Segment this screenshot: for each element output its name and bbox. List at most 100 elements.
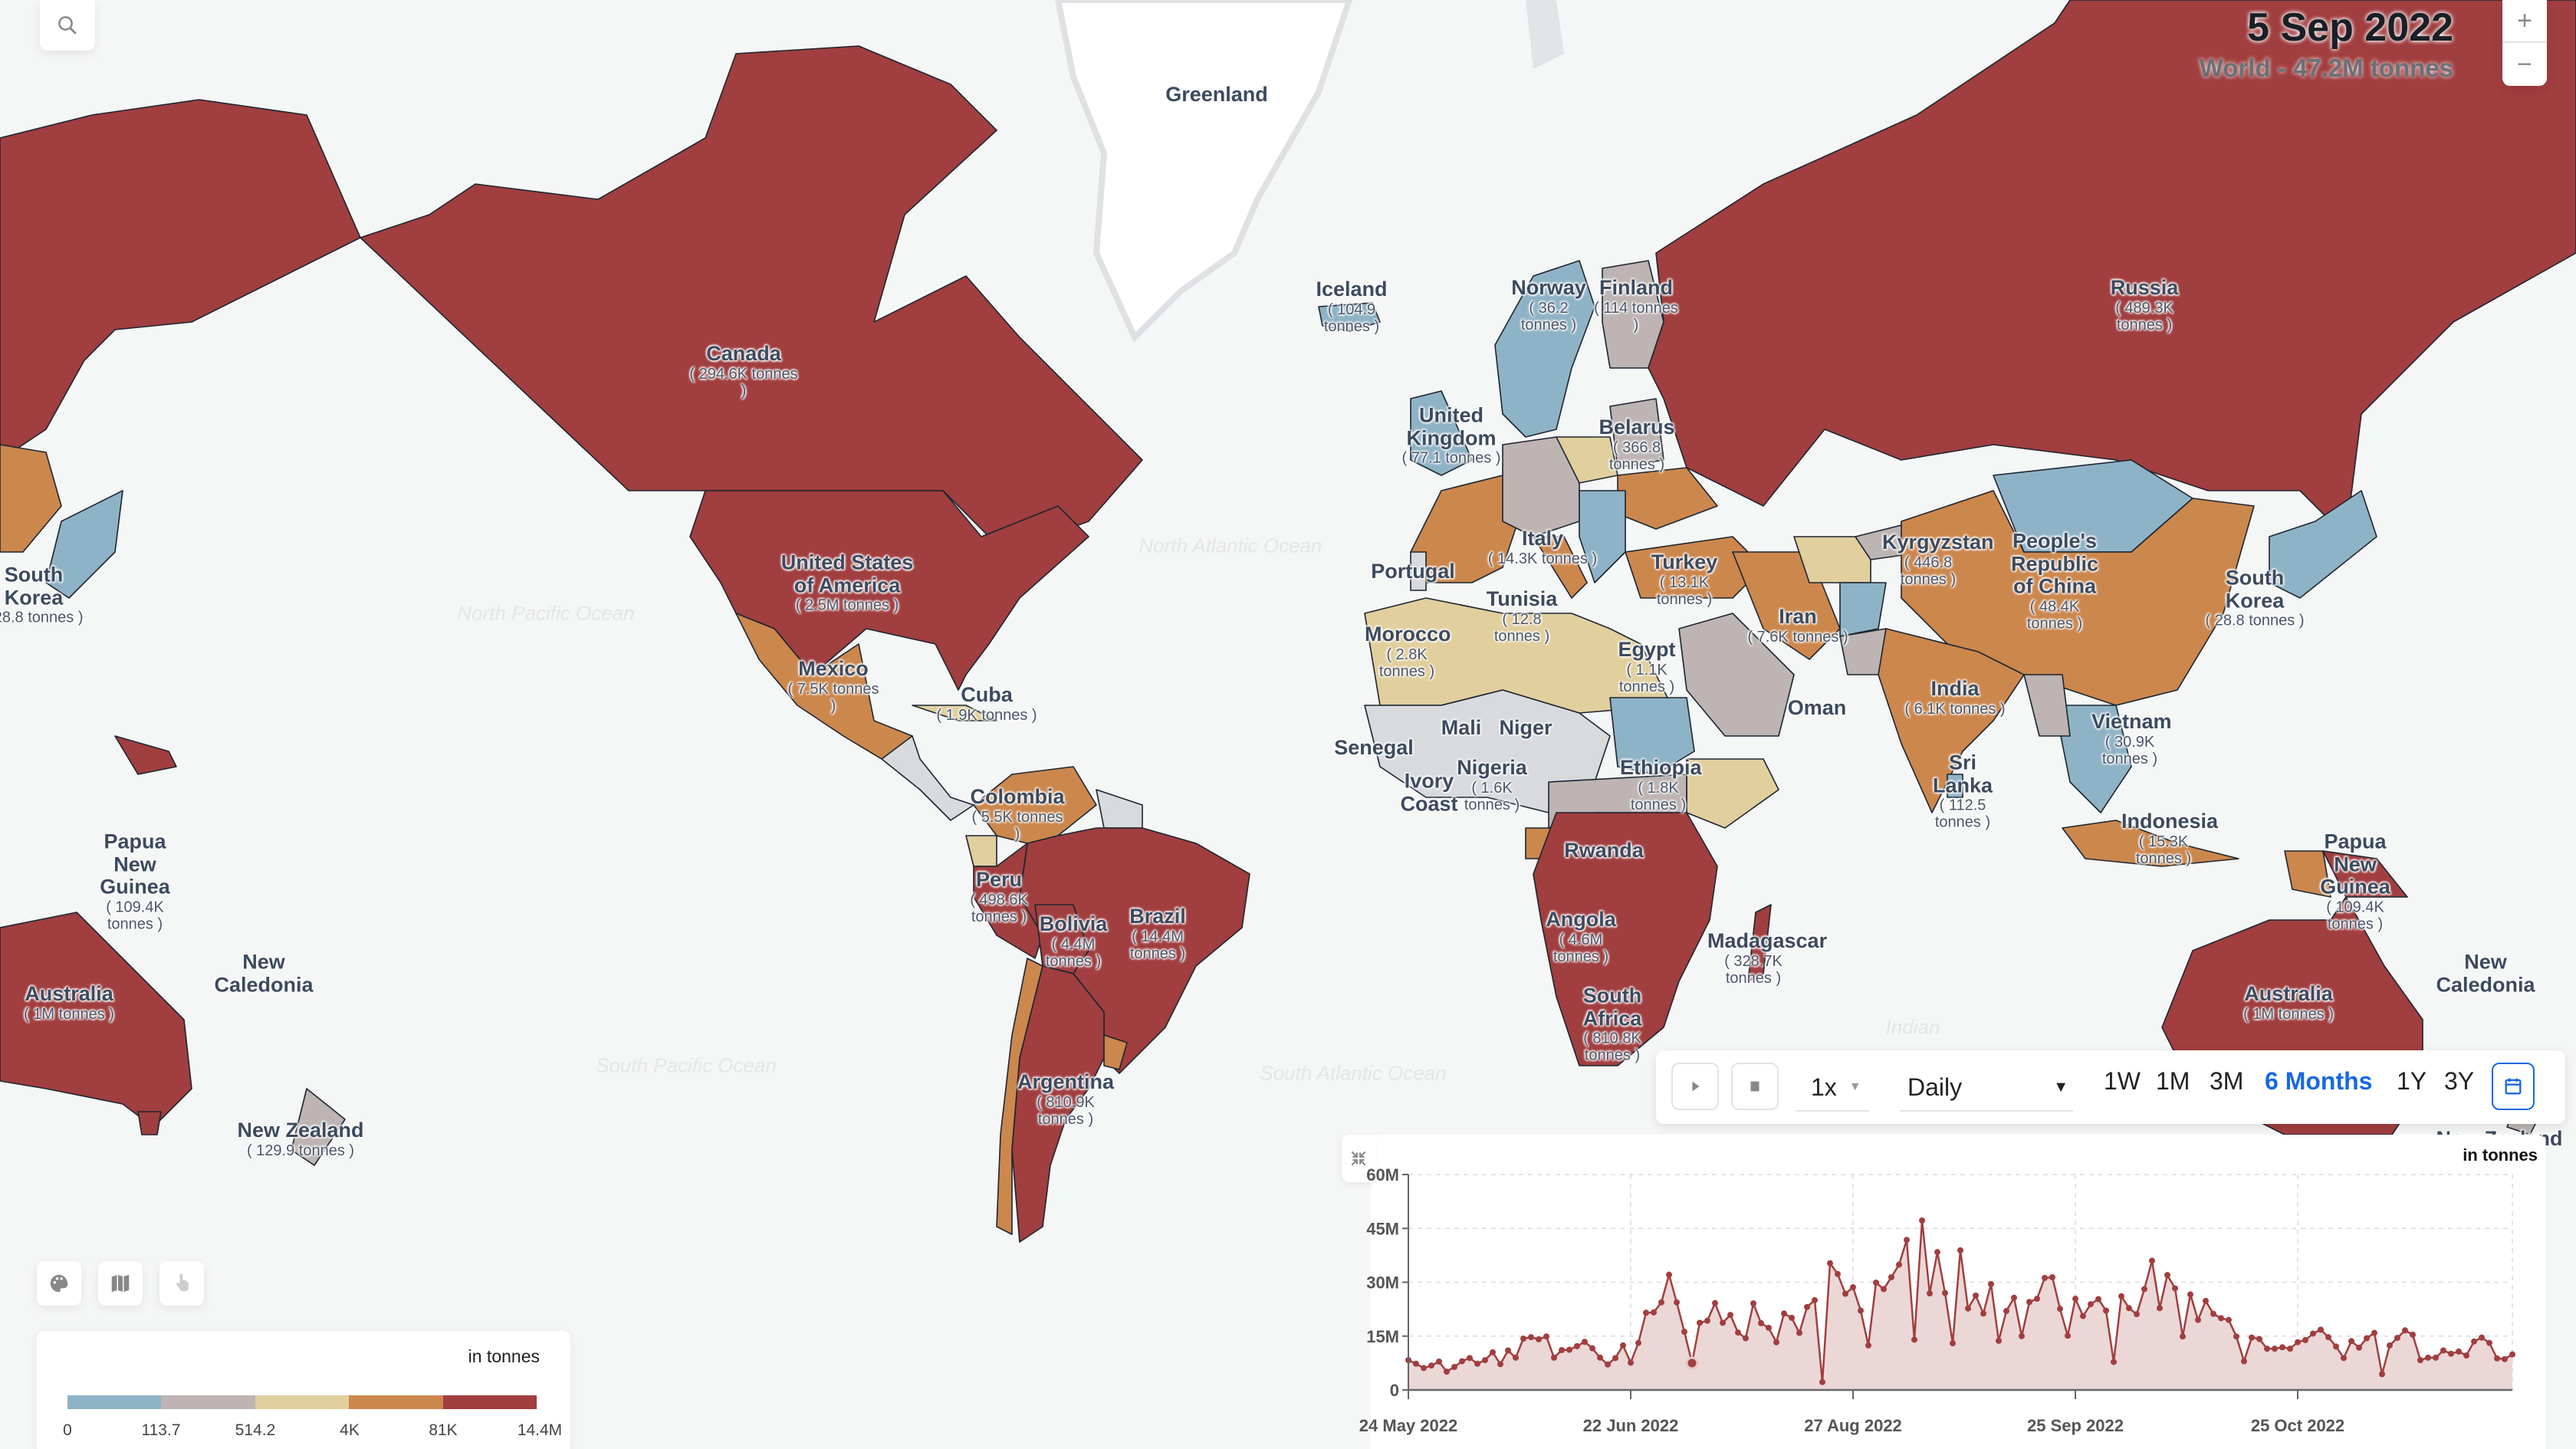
data-point[interactable] (1574, 1342, 1580, 1349)
data-point[interactable] (1850, 1284, 1856, 1291)
data-point[interactable] (1957, 1247, 1963, 1254)
data-point[interactable] (2433, 1354, 2439, 1361)
zoom-out-button[interactable]: − (2502, 43, 2547, 86)
data-point[interactable] (2417, 1357, 2423, 1364)
data-point[interactable] (2134, 1311, 2140, 1318)
data-point[interactable] (1467, 1355, 1473, 1362)
data-point[interactable] (2387, 1342, 2393, 1349)
data-point[interactable] (1497, 1361, 1503, 1368)
data-point[interactable] (2463, 1352, 2469, 1359)
data-point[interactable] (1482, 1357, 1488, 1364)
data-point[interactable] (1965, 1305, 1971, 1312)
data-point[interactable] (1743, 1335, 1749, 1342)
data-point[interactable] (2456, 1348, 2462, 1355)
data-point[interactable] (1513, 1354, 1519, 1361)
speed-select[interactable]: 1x ▼ (1796, 1064, 1869, 1112)
data-point[interactable] (1704, 1317, 1710, 1324)
data-point[interactable] (1421, 1365, 1427, 1372)
data-point[interactable] (1888, 1273, 1894, 1280)
data-point[interactable] (1727, 1312, 1733, 1319)
data-point[interactable] (2218, 1315, 2224, 1322)
data-point[interactable] (1520, 1336, 1526, 1342)
data-point[interactable] (1858, 1307, 1864, 1314)
data-point[interactable] (1666, 1271, 1672, 1278)
data-point[interactable] (2440, 1347, 2446, 1354)
data-point[interactable] (1528, 1334, 1534, 1341)
data-point[interactable] (2226, 1316, 2232, 1323)
data-point[interactable] (2295, 1339, 2301, 1346)
data-point[interactable] (1766, 1324, 1772, 1331)
data-point[interactable] (2310, 1330, 2316, 1337)
data-point[interactable] (1735, 1329, 1741, 1336)
data-point[interactable] (1942, 1290, 1948, 1296)
data-point[interactable] (2118, 1293, 2124, 1300)
data-point[interactable] (1950, 1340, 1956, 1347)
data-point[interactable] (2325, 1334, 2331, 1341)
pointer-tool-button[interactable] (159, 1261, 204, 1306)
map-stage[interactable]: North Pacific Ocean North Atlantic Ocean… (0, 0, 2576, 1449)
data-point[interactable] (1658, 1299, 1664, 1306)
data-point[interactable] (1980, 1310, 1986, 1317)
data-point[interactable] (2479, 1334, 2485, 1341)
data-point[interactable] (1597, 1354, 1603, 1361)
data-point[interactable] (2065, 1332, 2071, 1339)
data-point[interactable] (2348, 1338, 2354, 1345)
data-point[interactable] (1605, 1361, 1611, 1368)
range-1y[interactable]: 1Y (2397, 1067, 2426, 1096)
data-point[interactable] (2494, 1355, 2500, 1362)
data-point[interactable] (1620, 1342, 1626, 1349)
data-point[interactable] (2287, 1346, 2293, 1352)
data-point[interactable] (2088, 1301, 2094, 1308)
data-point[interactable] (1758, 1319, 1764, 1326)
data-point[interactable] (1796, 1329, 1802, 1336)
data-point[interactable] (1697, 1319, 1703, 1326)
data-point[interactable] (1842, 1290, 1848, 1297)
calendar-button[interactable] (2492, 1063, 2535, 1110)
data-point[interactable] (1996, 1337, 2002, 1344)
data-point[interactable] (2256, 1336, 2262, 1342)
data-point[interactable] (1865, 1342, 1871, 1349)
range-1w[interactable]: 1W (2104, 1067, 2141, 1096)
data-point[interactable] (2471, 1338, 2477, 1345)
data-point[interactable] (1505, 1347, 1511, 1354)
data-point[interactable] (1827, 1260, 1833, 1267)
data-point[interactable] (1459, 1358, 1465, 1365)
data-point[interactable] (2394, 1335, 2400, 1342)
data-point[interactable] (1551, 1354, 1557, 1361)
country-central-america[interactable] (881, 735, 974, 821)
country-tasmania-left[interactable] (137, 1111, 162, 1135)
data-point[interactable] (2302, 1336, 2308, 1343)
data-point[interactable] (2072, 1296, 2078, 1303)
data-point[interactable] (1536, 1336, 1542, 1342)
data-point[interactable] (1781, 1310, 1787, 1317)
data-point[interactable] (1643, 1309, 1649, 1316)
data-point[interactable] (1712, 1300, 1718, 1306)
country-greenland[interactable] (1054, 0, 1353, 343)
data-point[interactable] (1436, 1359, 1442, 1365)
data-point[interactable] (1750, 1300, 1756, 1307)
data-point[interactable] (2318, 1326, 2324, 1333)
data-point[interactable] (2272, 1346, 2278, 1352)
data-point[interactable] (2241, 1358, 2247, 1365)
range-3y[interactable]: 3Y (2444, 1067, 2474, 1096)
data-point[interactable] (2195, 1316, 2201, 1323)
data-point[interactable] (1720, 1319, 1726, 1326)
data-point[interactable] (2279, 1344, 2285, 1351)
data-point[interactable] (2502, 1355, 2508, 1362)
highlighted-data-point[interactable] (1685, 1356, 1699, 1370)
data-point[interactable] (2364, 1335, 2370, 1342)
country-ukraine[interactable] (1617, 467, 1718, 530)
data-point[interactable] (2410, 1331, 2416, 1338)
data-point[interactable] (2172, 1285, 2178, 1292)
data-point[interactable] (2233, 1333, 2239, 1340)
data-point[interactable] (2341, 1355, 2347, 1362)
data-point[interactable] (2249, 1334, 2255, 1341)
data-point[interactable] (2095, 1296, 2101, 1303)
data-point[interactable] (1635, 1339, 1641, 1346)
data-point[interactable] (2126, 1305, 2132, 1312)
country-china-left[interactable] (0, 444, 62, 553)
data-point[interactable] (1451, 1364, 1457, 1371)
range-6-months[interactable]: 6 Months (2265, 1067, 2372, 1096)
data-point[interactable] (1904, 1237, 1910, 1244)
data-point[interactable] (2057, 1306, 2063, 1313)
